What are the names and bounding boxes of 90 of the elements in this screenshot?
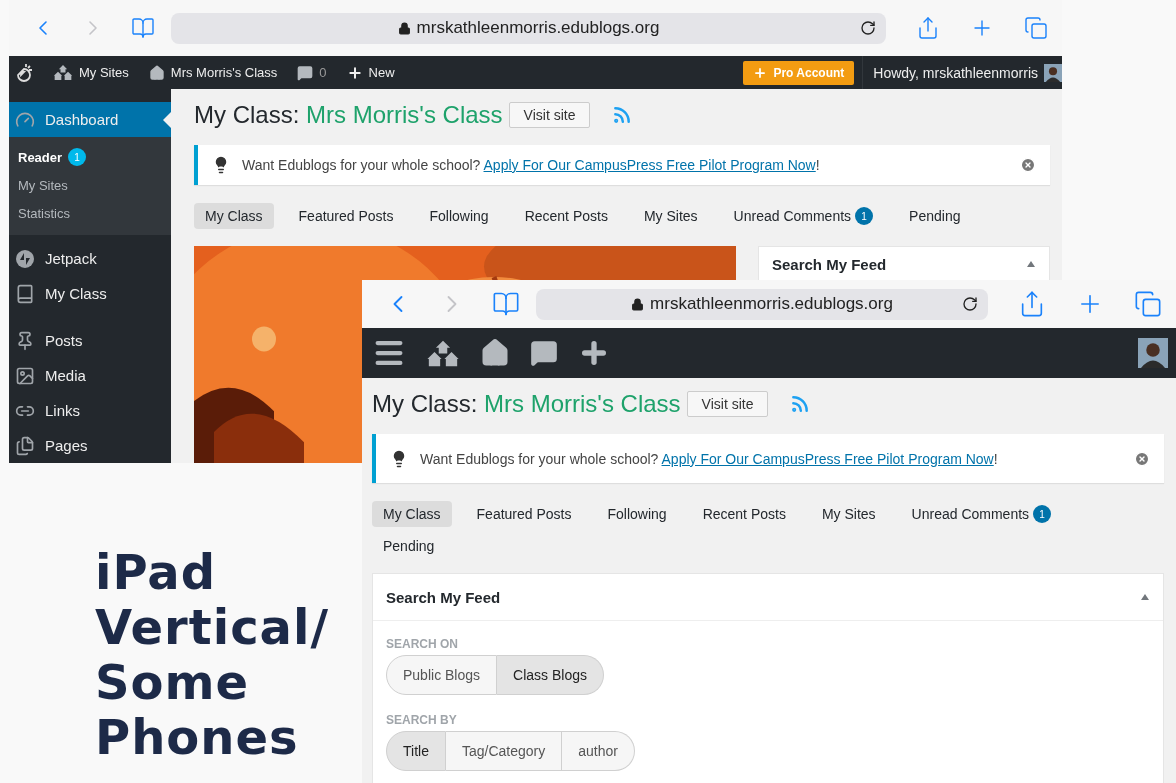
reload-icon[interactable]: [962, 295, 978, 312]
sidebar-item[interactable]: Dashboard: [9, 102, 171, 137]
tab[interactable]: Recent Posts: [513, 203, 619, 229]
reload-icon[interactable]: [860, 19, 876, 36]
notice-text: Want Edublogs for your whole school? Apply For Our CampusPress Free Pilot Program Now!: [242, 157, 821, 173]
my-sites-link[interactable]: My Sites: [43, 56, 139, 89]
houses-icon: [426, 338, 460, 368]
sidebar-item[interactable]: Pages: [9, 428, 171, 463]
pages-icon: [15, 435, 35, 456]
tabs-button[interactable]: [1024, 16, 1048, 40]
tab[interactable]: My Sites: [810, 501, 887, 527]
segment-button[interactable]: Tag/Category: [445, 731, 563, 771]
address-field[interactable]: mrskathleenmorris.edublogs.org: [536, 288, 988, 320]
plus-icon: [753, 65, 768, 80]
image-icon: [15, 365, 35, 386]
tabs-button[interactable]: [1134, 290, 1162, 318]
tabs-icon: [1024, 16, 1048, 40]
caption-line: Vertical/: [95, 600, 329, 655]
avatar-icon[interactable]: [1138, 338, 1168, 368]
houses-icon: [53, 64, 73, 81]
submenu-item[interactable]: Statistics: [9, 199, 171, 227]
count-badge: 1: [1033, 505, 1052, 523]
home-icon: [480, 338, 510, 368]
comment-icon: [297, 64, 314, 81]
collapse-icon[interactable]: [1026, 260, 1036, 268]
tab[interactable]: My Class: [194, 203, 274, 229]
tab[interactable]: Pending: [898, 203, 972, 229]
page-title: My Class: Mrs Morris's Class: [372, 390, 681, 418]
segment-button[interactable]: Public Blogs: [386, 655, 498, 695]
submenu-item[interactable]: Reader 1: [9, 143, 171, 171]
caption-line: Phones: [95, 710, 299, 765]
tab[interactable]: Pending: [372, 533, 446, 559]
visit-site-button[interactable]: Visit site: [686, 391, 769, 417]
tabs-icon: [1134, 290, 1162, 318]
tab[interactable]: My Class: [372, 501, 452, 527]
share-button[interactable]: [916, 16, 940, 40]
page-title: My Class: Mrs Morris's Class: [194, 101, 503, 129]
lock-icon: [631, 297, 645, 311]
segment-button[interactable]: Title: [386, 731, 446, 771]
address-field[interactable]: mrskathleenmorris.edublogs.org: [171, 12, 886, 44]
rss-icon[interactable]: [612, 105, 633, 125]
tab[interactable]: Featured Posts: [465, 501, 583, 527]
book-icon: [131, 16, 155, 40]
sidebar-item[interactable]: Jetpack: [9, 241, 171, 276]
home-icon: [148, 64, 165, 81]
close-icon[interactable]: [1134, 450, 1150, 467]
book-icon: [492, 290, 520, 318]
tab[interactable]: Unread Comments 1: [900, 501, 1063, 527]
share-icon: [916, 16, 940, 40]
count-badge: 1: [68, 148, 87, 166]
tab[interactable]: Featured Posts: [287, 203, 405, 229]
lock-icon: [397, 21, 411, 35]
rss-icon[interactable]: [790, 394, 811, 414]
book-icon: [15, 283, 35, 304]
segment-button[interactable]: Class Blogs: [497, 655, 604, 695]
site-link[interactable]: Mrs Morris's Class: [138, 56, 288, 89]
comments-link[interactable]: 0: [287, 56, 337, 89]
pilot-program-link[interactable]: Apply For Our CampusPress Free Pilot Program Now: [661, 450, 994, 467]
plus-icon: [346, 64, 363, 81]
widget-title: Search My Feed: [772, 255, 887, 273]
caption-line: iPad: [95, 545, 217, 600]
submenu-item[interactable]: My Sites: [9, 171, 171, 199]
pilot-program-link[interactable]: Apply For Our CampusPress Free Pilot Program Now: [483, 157, 816, 173]
close-icon[interactable]: [1020, 157, 1036, 173]
notice-text: Want Edublogs for your whole school? Apply For Our CampusPress Free Pilot Program Now!: [420, 450, 999, 467]
avatar-icon[interactable]: [1044, 63, 1062, 82]
account-link[interactable]: Howdy, mrskathleenmorris: [862, 56, 1062, 89]
tab[interactable]: Following: [418, 203, 500, 229]
new-link[interactable]: New: [336, 56, 405, 89]
caption-line: Some: [95, 655, 250, 710]
visit-site-button[interactable]: Visit site: [508, 102, 591, 128]
pin-icon: [15, 330, 35, 351]
count-badge: 1: [855, 207, 874, 225]
collapse-icon[interactable]: [1140, 593, 1150, 601]
group-label: SEARCH ON: [386, 637, 459, 651]
tab[interactable]: Following: [596, 501, 678, 527]
comment-icon: [530, 339, 558, 367]
widget-title: Search My Feed: [386, 588, 501, 606]
tab[interactable]: Unread Comments 1: [722, 203, 885, 229]
bookmarks-button[interactable]: [131, 16, 155, 40]
segment-button[interactable]: author: [562, 731, 635, 771]
sidebar-item[interactable]: Links: [9, 393, 171, 428]
sidebar-item[interactable]: My Class: [9, 276, 171, 311]
bookmarks-button[interactable]: [492, 290, 520, 318]
group-label: SEARCH BY: [386, 713, 458, 727]
sidebar-item[interactable]: Media: [9, 358, 171, 393]
sidebar-item[interactable]: Posts: [9, 323, 171, 358]
jetpack-icon: [15, 248, 35, 269]
tab[interactable]: My Sites: [632, 203, 709, 229]
tab[interactable]: Recent Posts: [691, 501, 797, 527]
